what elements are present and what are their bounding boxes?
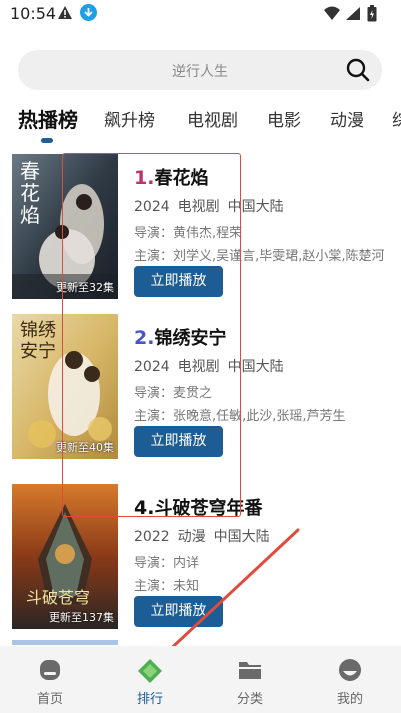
poster-title-art: 春花焰 [20, 159, 40, 227]
download-icon [80, 4, 97, 21]
item-year: 2024 [134, 199, 170, 215]
item-region: 中国大陆 [227, 199, 284, 215]
tab-movie[interactable]: 电影 [267, 106, 301, 131]
nav-home[interactable]: 首页 [0, 646, 100, 713]
search-placeholder: 逆行人生 [172, 64, 228, 80]
item-title: 锦绣安宁 [154, 328, 227, 349]
item-title: 春花焰 [154, 168, 209, 189]
tab-tv[interactable]: 电视剧 [187, 106, 238, 131]
item-genre: 电视剧 [177, 199, 220, 215]
search-icon[interactable] [346, 58, 370, 82]
tab-variety[interactable]: 综 [392, 106, 401, 131]
category-tabs: 热播榜 飙升榜 电视剧 电影 动漫 综 [0, 104, 401, 144]
next-item-preview [12, 640, 118, 645]
item-year: 2022 [134, 529, 170, 545]
warning-icon [58, 6, 72, 19]
poster-title-art: 斗破苍穹 [26, 588, 91, 607]
nav-category[interactable]: 分类 [200, 646, 300, 713]
signal-icon [346, 7, 360, 20]
list-item[interactable]: 锦绣安宁 更新至40集 2.锦绣安宁 2024 电视剧 中国大陆 导演：麦贯之 主演… [12, 314, 397, 460]
item-meta: 2024 电视剧 中国大陆 [134, 356, 292, 376]
tab-hot[interactable]: 热播榜 [18, 104, 78, 133]
episode-caption: 更新至40集 [56, 441, 114, 454]
item-title-line[interactable]: 1.春花焰 [134, 164, 208, 190]
item-meta: 2022 动漫 中国大陆 [134, 526, 278, 546]
play-now-button[interactable]: 立即播放 [134, 266, 223, 297]
ranking-list: 春花焰 更新至32集 1.春花焰 2024 电视剧 中国大陆 导演：黄伟杰,程荣 主… [0, 150, 401, 645]
folder-icon [239, 662, 261, 679]
rank-number: 2. [134, 327, 155, 349]
play-now-button[interactable]: 立即播放 [134, 596, 223, 627]
poster-title-art: 锦绣安宁 [20, 320, 56, 362]
nav-home-label: 首页 [36, 692, 63, 707]
poster-image[interactable]: 春花焰 更新至32集 [12, 154, 118, 299]
item-year: 2024 [134, 359, 170, 375]
item-director: 导演：麦贯之 [134, 386, 213, 401]
nav-profile[interactable]: 我的 [300, 646, 400, 713]
item-cast: 主演：未知 [134, 579, 200, 594]
item-cast: 主演：刘学义,吴谨言,毕雯珺,赵小棠,陈楚河 [134, 249, 385, 264]
item-genre: 电视剧 [177, 359, 220, 375]
item-genre: 动漫 [177, 529, 206, 545]
item-director: 导演：黄伟杰,程荣 [134, 226, 243, 241]
home-icon [40, 660, 60, 680]
poster-image[interactable]: 锦绣安宁 更新至40集 [12, 314, 118, 459]
wifi-icon [324, 6, 340, 20]
item-title: 斗破苍穹年番 [154, 498, 263, 519]
nav-ranking[interactable]: 排行 [100, 646, 200, 713]
list-item[interactable]: 斗破苍穹 更新至137集 4.斗破苍穹年番 2022 动漫 中国大陆 导演：内详 主… [12, 484, 397, 630]
item-meta: 2024 电视剧 中国大陆 [134, 196, 292, 216]
rank-number: 4. [134, 497, 155, 519]
poster-image[interactable]: 斗破苍穹 更新至137集 [12, 484, 118, 629]
episode-caption: 更新至32集 [56, 281, 114, 294]
item-title-line[interactable]: 4.斗破苍穹年番 [134, 494, 262, 520]
rank-number: 1. [134, 167, 155, 189]
list-item[interactable]: 春花焰 更新至32集 1.春花焰 2024 电视剧 中国大陆 导演：黄伟杰,程荣 主… [12, 154, 397, 300]
tab-indicator [41, 138, 53, 143]
status-bar: 10:54 [0, 0, 401, 30]
item-region: 中国大陆 [227, 359, 284, 375]
play-now-button[interactable]: 立即播放 [134, 426, 223, 457]
item-director: 导演：内详 [134, 556, 200, 571]
nav-ranking-label: 排行 [136, 692, 163, 707]
item-cast: 主演：张晚意,任敏,此沙,张瑶,芦芳生 [134, 409, 346, 424]
status-time: 10:54 [10, 4, 57, 23]
nav-profile-label: 我的 [336, 692, 363, 707]
item-region: 中国大陆 [213, 529, 270, 545]
profile-icon [339, 659, 361, 681]
item-title-line[interactable]: 2.锦绣安宁 [134, 324, 226, 350]
search-bar[interactable]: 逆行人生 [18, 50, 382, 90]
episode-caption: 更新至137集 [49, 611, 114, 624]
tab-rising[interactable]: 飙升榜 [104, 106, 155, 131]
ranking-icon [138, 659, 162, 683]
battery-icon [367, 5, 377, 22]
bottom-nav: 首页 排行 分类 我的 [0, 646, 401, 713]
nav-category-label: 分类 [236, 692, 263, 707]
tab-anime[interactable]: 动漫 [330, 106, 364, 131]
